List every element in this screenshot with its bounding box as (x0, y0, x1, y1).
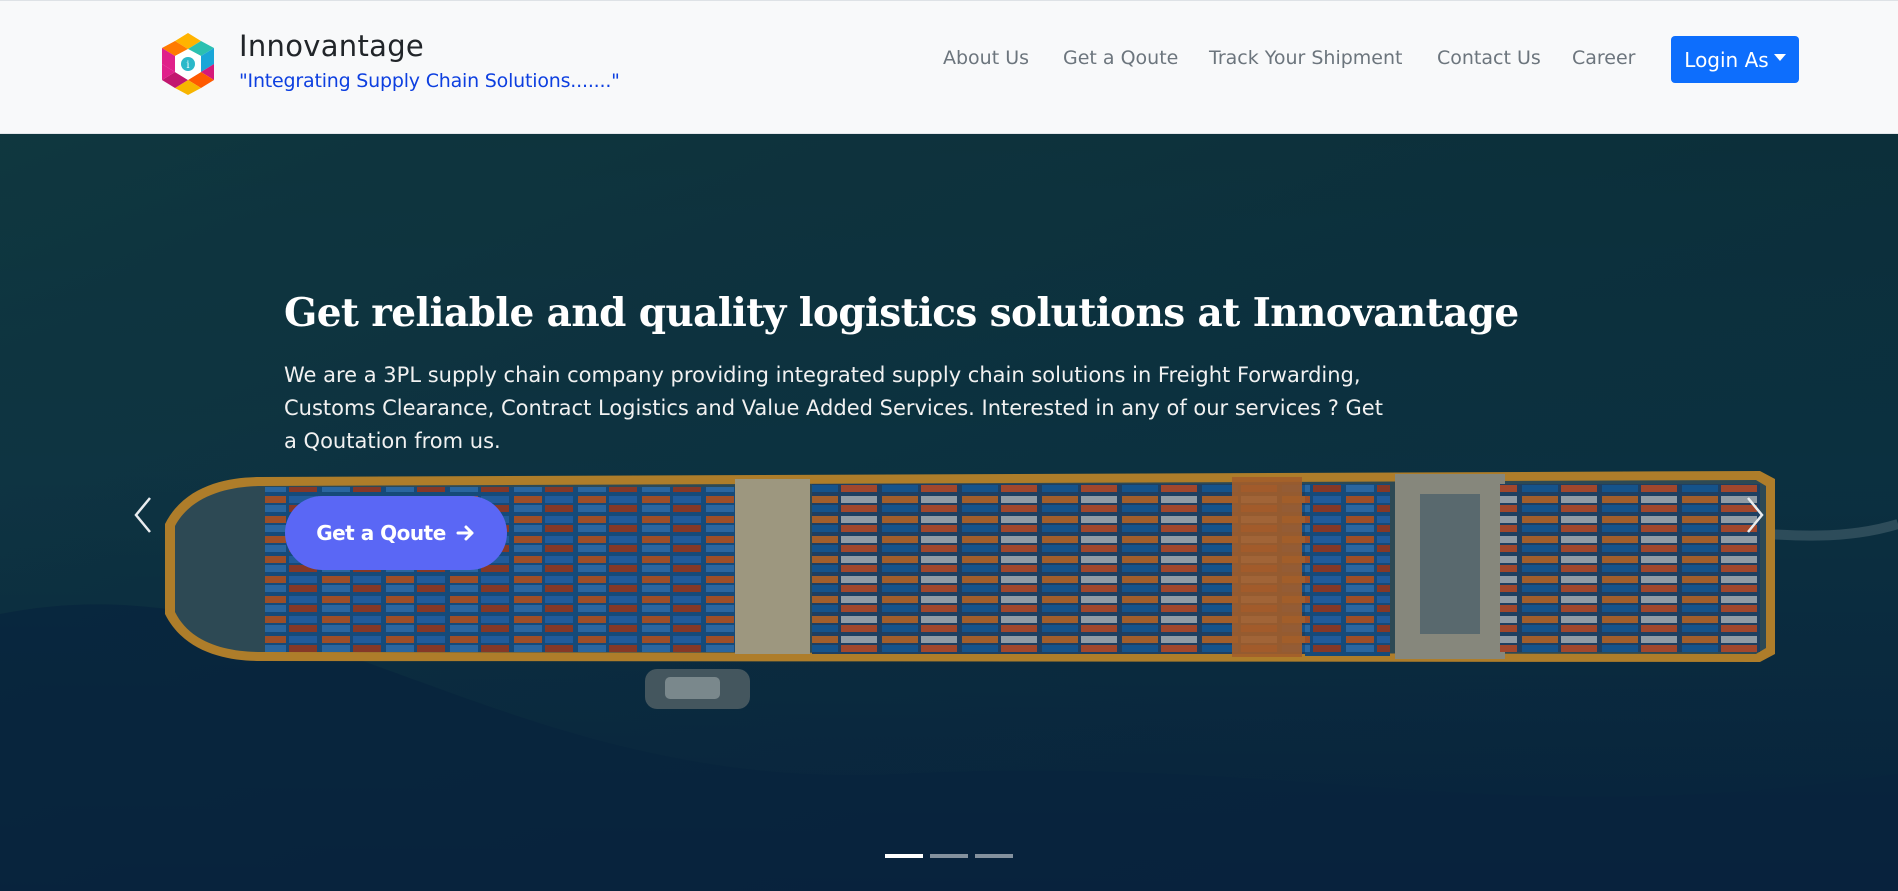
hero-description: We are a 3PL supply chain company provid… (284, 363, 1383, 453)
get-a-quote-button[interactable]: Get a Qoute (285, 496, 507, 570)
nav-career[interactable]: Career (1572, 47, 1636, 69)
carousel-indicator-3[interactable] (975, 854, 1013, 858)
login-dropdown-button[interactable]: Login As (1671, 36, 1799, 83)
hero-title: Get reliable and quality logistics solut… (284, 290, 1519, 336)
nav-track-shipment[interactable]: Track Your Shipment (1209, 47, 1403, 69)
carousel-indicator-2[interactable] (930, 854, 968, 858)
innovantage-logo: i (162, 33, 214, 95)
arrow-right-icon (456, 525, 474, 541)
caret-down-icon (1773, 54, 1786, 61)
chevron-right-icon[interactable] (1740, 490, 1770, 540)
hero-background-image (0, 134, 1898, 891)
navbar: i Innovantage "Integrating Supply Chain … (0, 0, 1898, 134)
chevron-left-icon[interactable] (128, 490, 158, 540)
nav-get-a-quote[interactable]: Get a Qoute (1063, 47, 1178, 69)
nav-contact-us[interactable]: Contact Us (1437, 47, 1541, 69)
login-label: Login As (1684, 47, 1769, 72)
brand-tagline: "Integrating Supply Chain Solutions.....… (239, 70, 620, 92)
brand[interactable]: i Innovantage "Integrating Supply Chain … (157, 29, 620, 97)
svg-text:i: i (186, 60, 189, 71)
nav-about-us[interactable]: About Us (943, 47, 1029, 69)
hero-carousel: Get reliable and quality logistics solut… (0, 134, 1898, 891)
brand-name: Innovantage (239, 29, 425, 63)
carousel-indicator-1[interactable] (885, 854, 923, 858)
cta-label: Get a Qoute (316, 521, 446, 545)
carousel-indicators (885, 854, 1020, 858)
